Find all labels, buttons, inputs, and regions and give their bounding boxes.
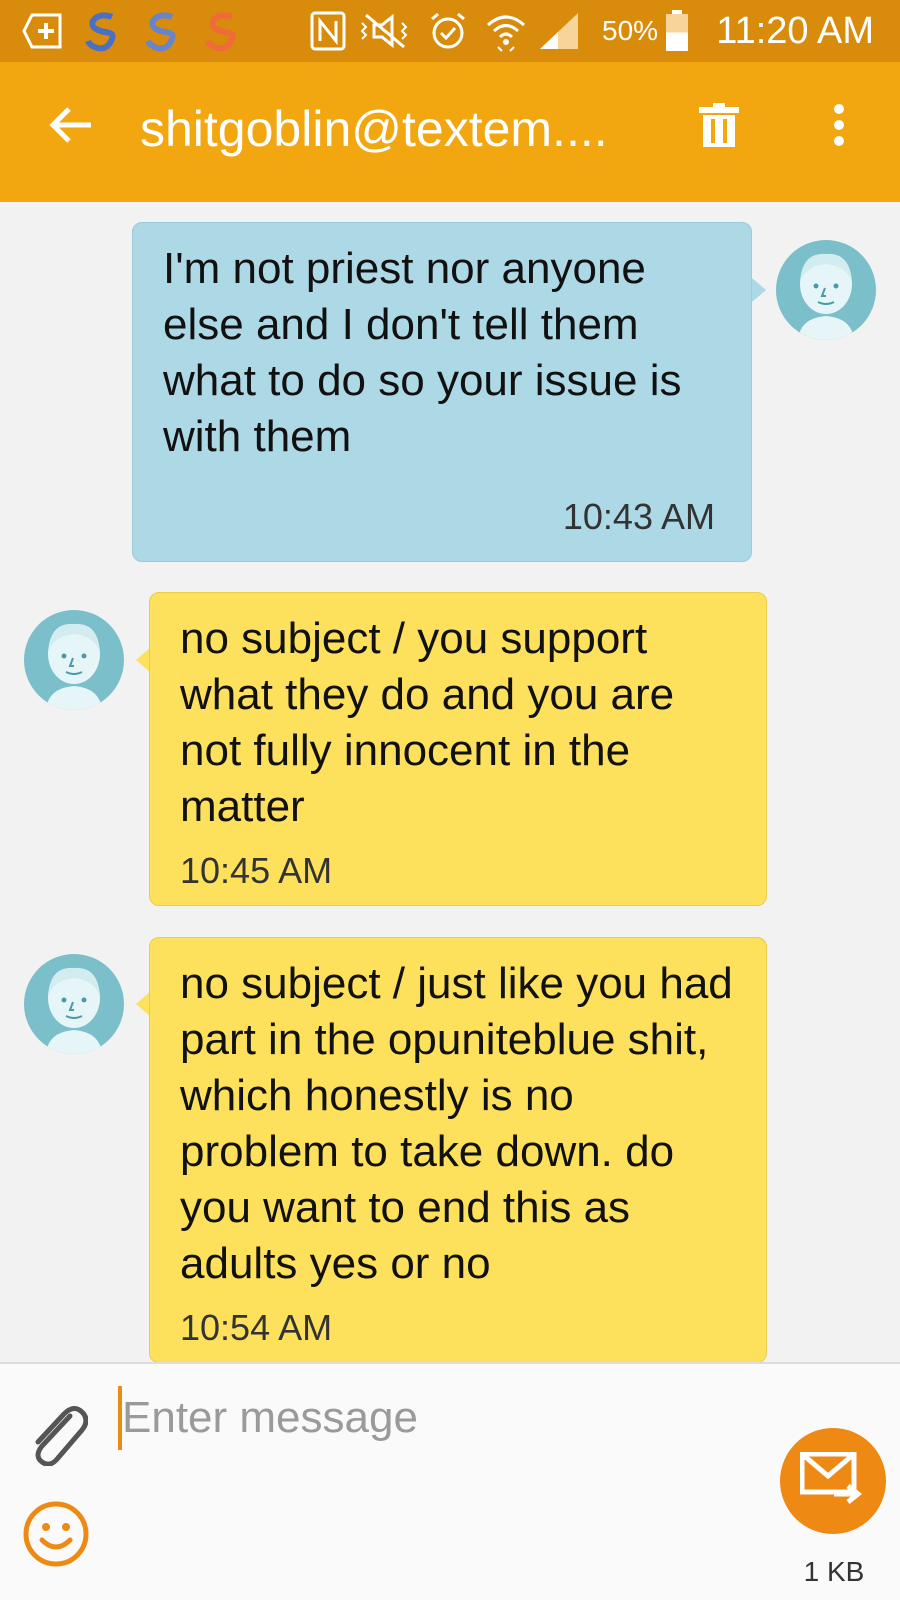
back-button[interactable] <box>36 92 106 162</box>
app-bar: shitgoblin@textem.... <box>0 62 900 202</box>
clock: 11:20 AM <box>716 9 874 52</box>
trash-icon <box>699 102 739 152</box>
contact-avatar-icon <box>46 967 102 1054</box>
alarm-icon <box>428 0 468 62</box>
more-vert-icon <box>832 103 846 152</box>
message-time: 10:54 AM <box>180 1307 333 1348</box>
avatar[interactable] <box>24 954 124 1054</box>
add-notification-icon <box>22 0 64 62</box>
avatar[interactable] <box>24 610 124 710</box>
emoji-icon <box>22 1500 90 1573</box>
swirl-app-icon <box>200 0 244 62</box>
wifi-icon <box>484 0 528 62</box>
bubble-tail <box>752 278 766 302</box>
delete-button[interactable] <box>684 92 754 162</box>
back-arrow-icon <box>49 105 93 150</box>
message-text: no subject / you support what they do an… <box>180 614 675 831</box>
message-time: 10:43 AM <box>562 496 715 537</box>
message-time: 10:45 AM <box>180 850 333 891</box>
message-text: I'm not priest nor anyone else and I don… <box>163 244 682 461</box>
sent-message-bubble[interactable]: I'm not priest nor anyone else and I don… <box>132 222 752 562</box>
attach-button[interactable] <box>22 1400 94 1472</box>
received-message-bubble[interactable]: no subject / you support what they do an… <box>149 592 767 906</box>
message-size-label: 1 KB <box>803 1556 865 1587</box>
compose-bar: 1 KB <box>0 1362 900 1600</box>
swirl-app-icon <box>140 0 184 62</box>
contact-avatar-icon <box>798 253 854 340</box>
battery-percent: 50% <box>602 15 659 46</box>
send-mms-icon <box>799 1451 866 1511</box>
bubble-tail <box>136 992 150 1016</box>
send-button[interactable] <box>780 1428 886 1534</box>
message-input[interactable] <box>122 1380 742 1456</box>
message-text: no subject / just like you had part in t… <box>180 959 733 1288</box>
contact-avatar-icon <box>46 623 102 710</box>
swirl-app-icon <box>80 0 124 62</box>
avatar[interactable] <box>776 240 876 340</box>
mute-icon <box>360 0 410 62</box>
nfc-icon <box>310 0 346 62</box>
battery-icon <box>665 0 689 62</box>
more-options-button[interactable] <box>804 92 874 162</box>
emoji-button[interactable] <box>20 1500 92 1572</box>
status-bar: 50% 11:20 AM <box>0 0 900 62</box>
paperclip-icon <box>28 1402 89 1471</box>
received-message-bubble[interactable]: no subject / just like you had part in t… <box>149 937 767 1363</box>
signal-icon <box>538 0 580 62</box>
conversation-title: shitgoblin@textem.... <box>140 101 608 157</box>
bubble-tail <box>136 648 150 672</box>
